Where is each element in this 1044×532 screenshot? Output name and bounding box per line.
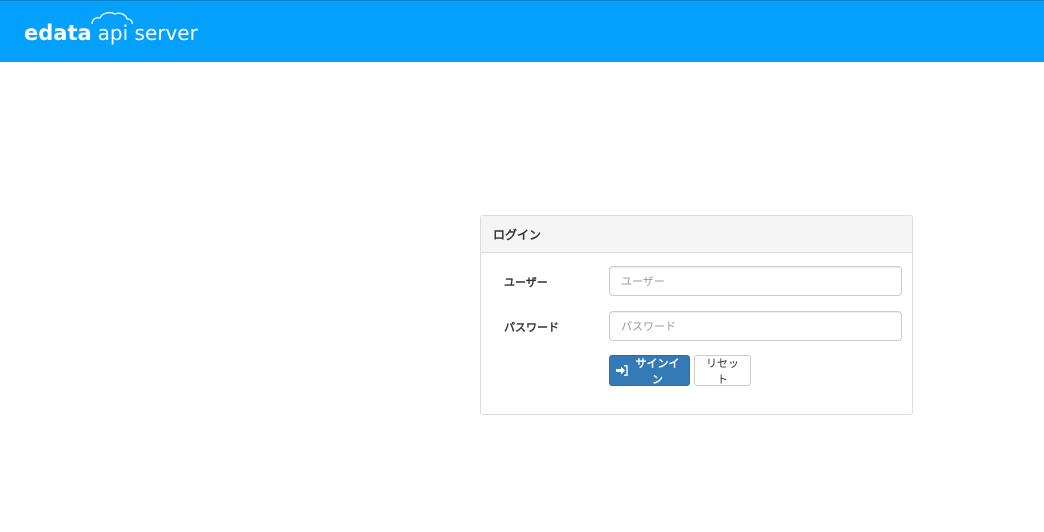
top-header: edata api server bbox=[0, 0, 1044, 62]
sign-in-icon bbox=[616, 365, 628, 376]
brand-logo[interactable]: edata api server bbox=[24, 11, 198, 49]
panel-title: ログイン bbox=[481, 216, 912, 253]
password-label: パスワード bbox=[504, 321, 559, 334]
user-label: ユーザー bbox=[504, 276, 548, 289]
password-input[interactable] bbox=[609, 311, 902, 341]
reset-button[interactable]: リセット bbox=[694, 355, 751, 386]
signin-button[interactable]: サインイン bbox=[609, 355, 690, 386]
signin-label: サインイン bbox=[635, 356, 680, 386]
login-panel: ログイン ユーザー パスワード サインイン リセット bbox=[480, 215, 913, 415]
user-input[interactable] bbox=[609, 266, 902, 296]
brand-mark: edata bbox=[24, 21, 92, 45]
cloud-icon: api server bbox=[91, 11, 198, 45]
brand-text: api server bbox=[97, 21, 198, 45]
